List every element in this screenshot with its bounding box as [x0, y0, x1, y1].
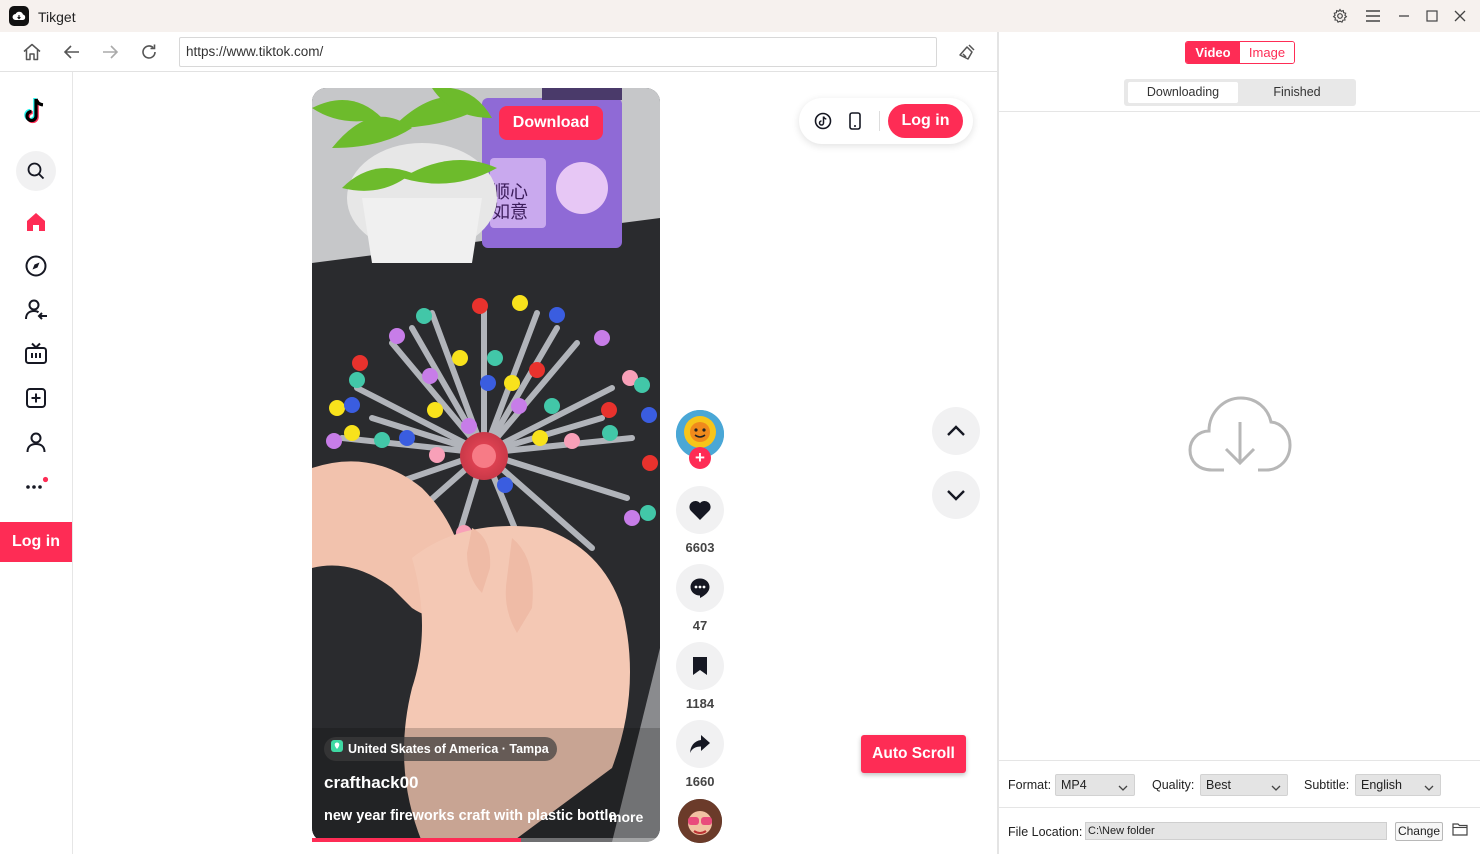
- chevron-down-icon: [1424, 779, 1434, 799]
- file-location-label: File Location:: [1008, 825, 1083, 839]
- chevron-down-icon: [1118, 779, 1128, 799]
- cloud-download-icon: [1188, 392, 1292, 481]
- calendar-text: 顺心: [492, 182, 528, 203]
- mobile-phone-icon[interactable]: [845, 111, 865, 131]
- forward-arrow-icon[interactable]: [98, 40, 122, 64]
- minimize-icon[interactable]: [1394, 6, 1414, 26]
- maximize-icon[interactable]: [1422, 6, 1442, 26]
- top-pill-divider: [879, 111, 880, 131]
- sidebar-login-button[interactable]: Log in: [0, 522, 72, 562]
- media-type-toggle: Video Image: [1185, 41, 1295, 64]
- next-video-chevron-down-icon[interactable]: [932, 471, 980, 519]
- comment-bubble-icon[interactable]: [676, 564, 724, 612]
- tiktok-logo-icon[interactable]: [20, 95, 52, 127]
- settings-gear-icon[interactable]: [1330, 6, 1350, 26]
- save-count: 1184: [685, 696, 715, 711]
- top-login-button[interactable]: Log in: [888, 104, 963, 138]
- back-arrow-icon[interactable]: [60, 40, 84, 64]
- auto-scroll-button[interactable]: Auto Scroll: [861, 735, 966, 773]
- quality-label: Quality:: [1152, 778, 1195, 792]
- music-disc-avatar[interactable]: [678, 799, 722, 843]
- title-bar: Tikget: [0, 0, 1480, 32]
- more-dots-icon[interactable]: [20, 468, 52, 500]
- tab-video[interactable]: Video: [1186, 42, 1240, 63]
- share-count: 1660: [685, 774, 715, 789]
- following-icon[interactable]: [20, 294, 52, 326]
- browser-toolbar: https://www.tiktok.com/: [0, 32, 997, 72]
- video-caption: new year fireworks craft with plastic bo…: [324, 808, 617, 824]
- like-heart-icon[interactable]: [676, 486, 724, 534]
- download-panel: Video Image Downloading Finished Format:…: [999, 32, 1480, 854]
- comment-count: 47: [692, 618, 708, 633]
- tab-downloading[interactable]: Downloading: [1128, 82, 1238, 103]
- home-icon[interactable]: [20, 40, 44, 64]
- profile-icon[interactable]: [20, 426, 52, 458]
- change-location-button[interactable]: Change: [1395, 822, 1443, 841]
- home-icon[interactable]: [20, 206, 52, 238]
- close-icon[interactable]: [1450, 6, 1470, 26]
- top-actions-pill: Log in: [799, 98, 973, 144]
- options-divider: [999, 760, 1480, 761]
- format-value: MP4: [1061, 778, 1087, 792]
- follow-plus-icon[interactable]: +: [689, 447, 711, 469]
- search-icon[interactable]: [16, 151, 56, 191]
- app-logo-icon: [9, 6, 29, 26]
- menu-hamburger-icon[interactable]: [1363, 6, 1383, 26]
- tiktok-sidebar: Log in: [0, 72, 73, 854]
- download-status-tabs: Downloading Finished: [1124, 79, 1356, 106]
- video-player[interactable]: 顺心 如意: [312, 88, 660, 842]
- like-count: 6603: [685, 540, 715, 555]
- video-author[interactable]: crafthack00: [324, 773, 419, 793]
- location-badge[interactable]: United Skates of America · Tampa: [324, 737, 557, 761]
- subtitle-value: English: [1361, 778, 1402, 792]
- tab-image[interactable]: Image: [1240, 42, 1294, 63]
- refresh-icon[interactable]: [137, 40, 161, 64]
- live-tv-icon[interactable]: [20, 338, 52, 370]
- quality-select[interactable]: Best: [1200, 774, 1288, 796]
- location-pin-icon: [330, 737, 344, 761]
- tiktok-coin-icon[interactable]: [813, 111, 833, 131]
- tab-finished[interactable]: Finished: [1242, 82, 1352, 103]
- quality-value: Best: [1206, 778, 1232, 792]
- format-select[interactable]: MP4: [1055, 774, 1135, 796]
- video-frame: 顺心 如意: [312, 88, 660, 842]
- calendar-text-2: 如意: [492, 202, 528, 223]
- share-arrow-icon[interactable]: [676, 720, 724, 768]
- subtitle-label: Subtitle:: [1304, 778, 1350, 792]
- clear-broom-icon[interactable]: [955, 40, 979, 64]
- download-button[interactable]: Download: [499, 106, 603, 140]
- chevron-down-icon: [1271, 779, 1281, 799]
- explore-compass-icon[interactable]: [20, 250, 52, 282]
- caption-more-link[interactable]: more: [609, 809, 643, 825]
- previous-video-chevron-up-icon[interactable]: [932, 407, 980, 455]
- app-title: Tikget: [38, 9, 76, 25]
- subtitle-select[interactable]: English: [1355, 774, 1441, 796]
- bookmark-icon[interactable]: [676, 642, 724, 690]
- video-progress-fill: [312, 838, 521, 842]
- file-location-field[interactable]: C:\New folder: [1085, 822, 1387, 840]
- location-divider: [999, 807, 1480, 808]
- open-folder-icon[interactable]: [1452, 822, 1468, 841]
- url-input[interactable]: https://www.tiktok.com/: [179, 37, 937, 67]
- upload-plus-icon[interactable]: [20, 382, 52, 414]
- panel-divider: [999, 111, 1480, 112]
- format-label: Format:: [1008, 778, 1052, 792]
- location-text: United Skates of America · Tampa: [348, 742, 549, 756]
